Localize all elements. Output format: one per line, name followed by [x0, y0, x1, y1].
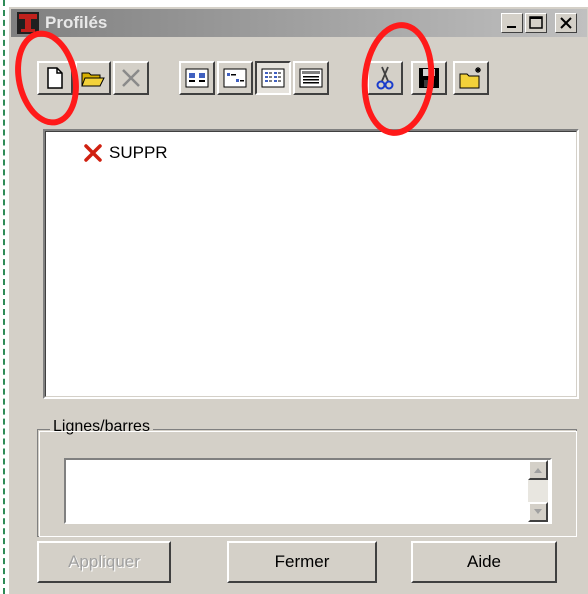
- open-button[interactable]: [75, 61, 111, 95]
- view-large-icons-button[interactable]: [179, 61, 215, 95]
- scroll-down-button[interactable]: [528, 502, 548, 522]
- maximize-icon: [529, 16, 543, 29]
- view-large-icons-icon: [185, 68, 209, 88]
- view-details-icon: [299, 68, 323, 88]
- close-icon: [560, 17, 572, 29]
- open-folder-icon: [81, 72, 105, 87]
- arrow-down-icon: [534, 509, 542, 514]
- minimize-button[interactable]: [501, 13, 523, 33]
- view-details-button[interactable]: [293, 61, 329, 95]
- dashed-left-edge: [0, 0, 6, 594]
- profiles-list[interactable]: SUPPR: [43, 129, 579, 399]
- new-folder-button[interactable]: [453, 61, 489, 95]
- view-list-icon: [261, 68, 285, 88]
- close-dialog-button[interactable]: Fermer: [227, 541, 377, 583]
- profiles-window: Profilés SUPPR Lignes/barres Appliquer F…: [8, 6, 588, 594]
- minimize-icon: [507, 26, 516, 28]
- vertical-scrollbar[interactable]: [528, 460, 548, 522]
- delete-x-icon: [122, 69, 140, 87]
- maximize-button[interactable]: [525, 13, 547, 33]
- close-button[interactable]: [555, 13, 577, 33]
- scroll-up-button[interactable]: [528, 460, 548, 480]
- delete-button[interactable]: [113, 61, 149, 95]
- view-list-button[interactable]: [255, 61, 291, 95]
- view-small-icons-button[interactable]: [217, 61, 253, 95]
- list-item[interactable]: SUPPR: [83, 143, 168, 163]
- arrow-up-icon: [534, 468, 542, 473]
- lines-bars-textarea[interactable]: [64, 458, 552, 524]
- title-bar[interactable]: Profilés: [11, 9, 587, 37]
- help-button[interactable]: Aide: [411, 541, 557, 583]
- group-label: Lignes/barres: [50, 418, 153, 436]
- red-x-icon: [84, 144, 102, 162]
- list-item-label: SUPPR: [109, 143, 168, 162]
- new-folder-icon: [459, 67, 481, 89]
- lines-bars-group: Lignes/barres: [37, 418, 577, 537]
- window-title: Profilés: [45, 13, 108, 32]
- apply-button[interactable]: Appliquer: [37, 541, 171, 583]
- view-small-icons-icon: [223, 68, 247, 88]
